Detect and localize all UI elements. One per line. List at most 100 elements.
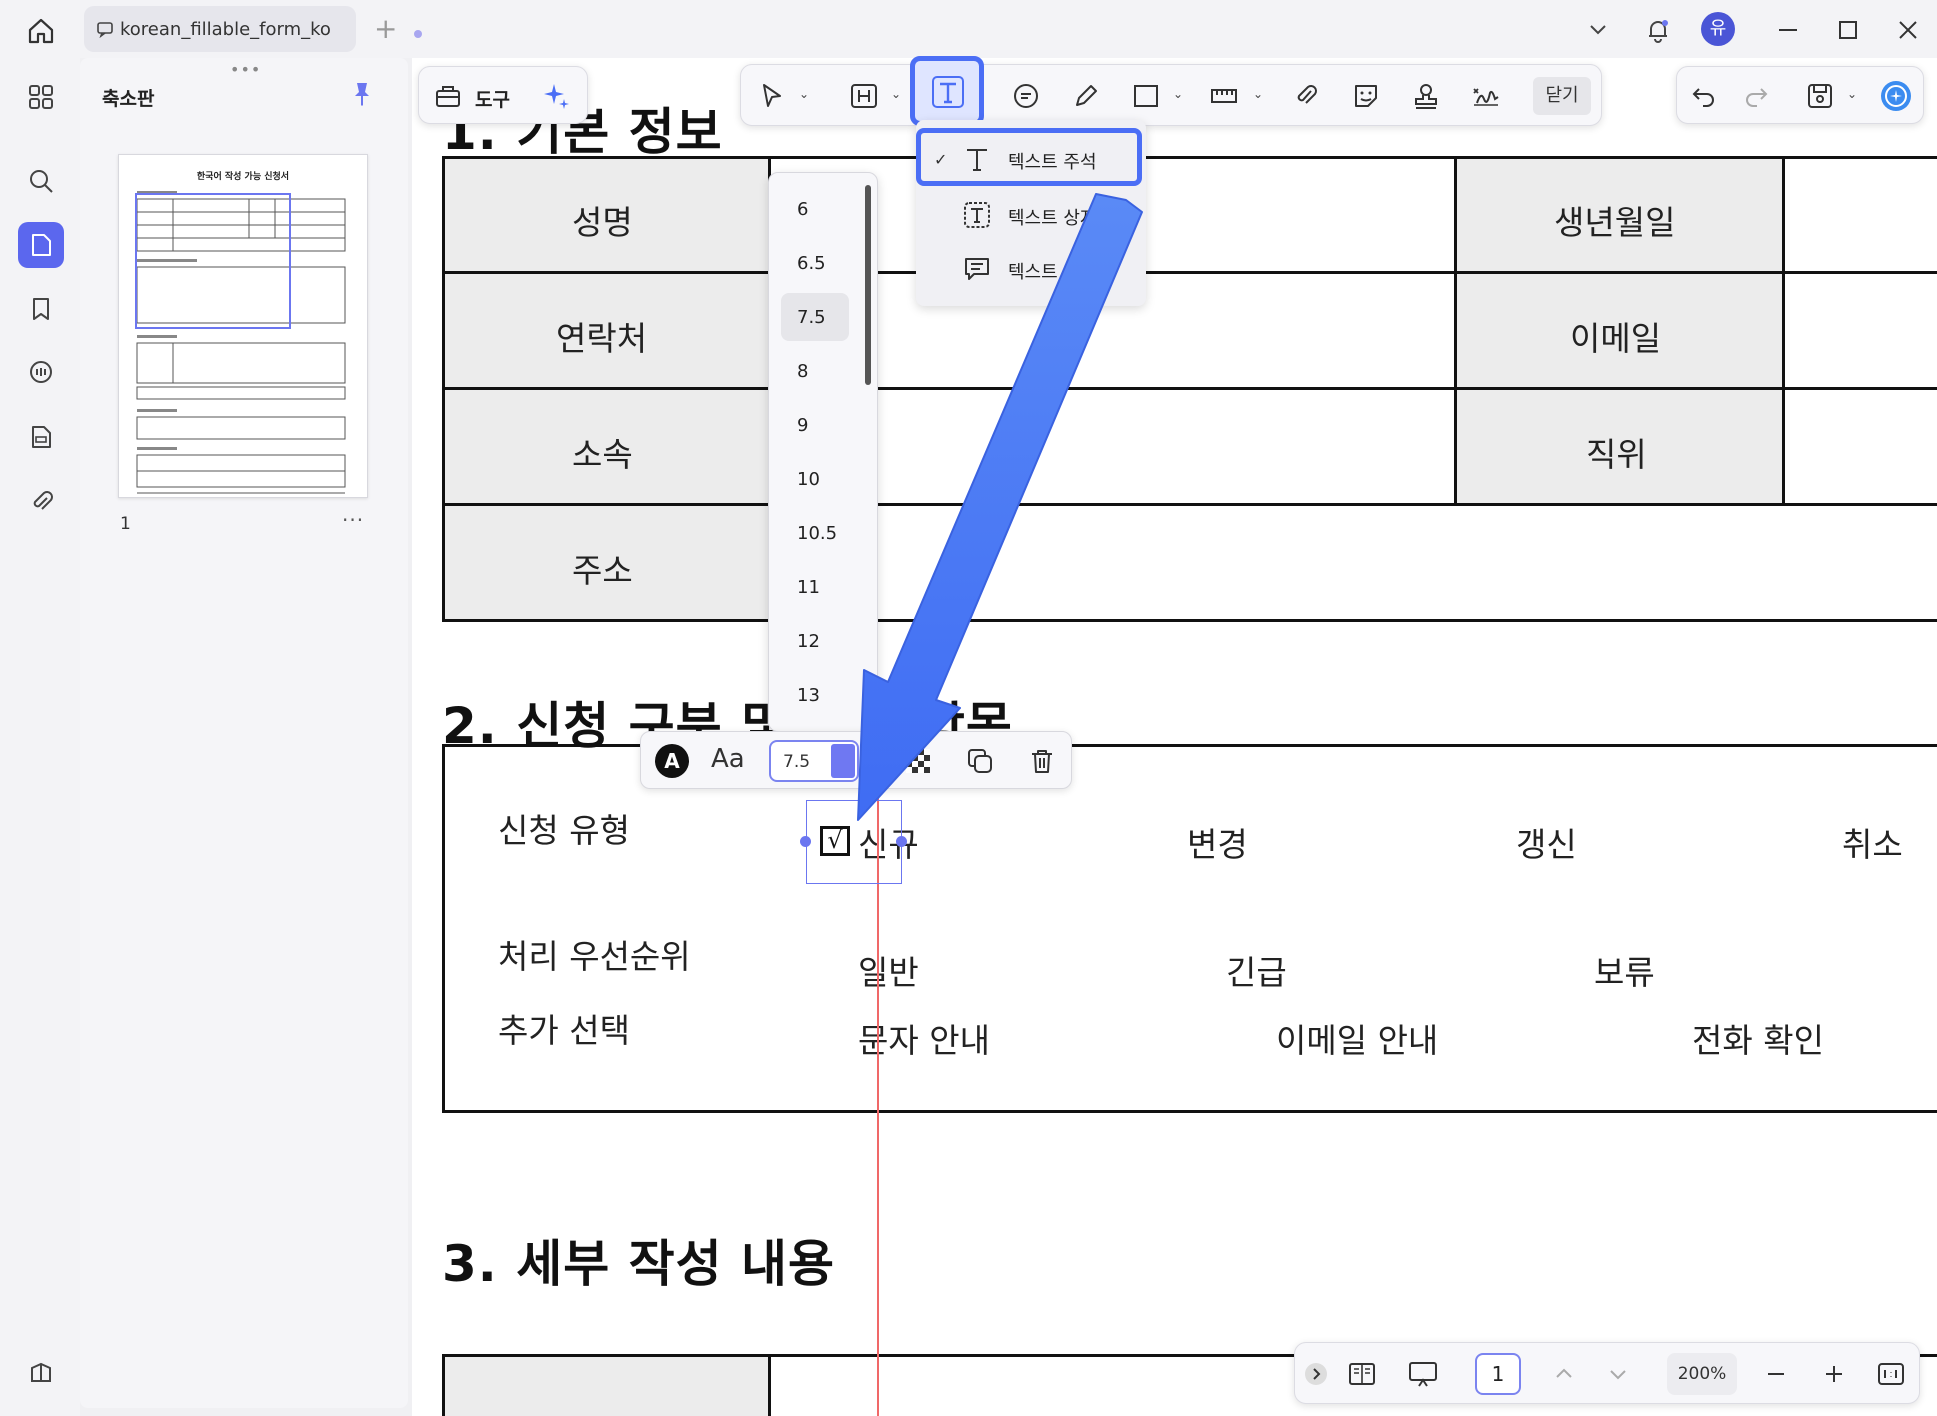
annotation-toolbar: ⌄ ⌄ ⌄ ⌄ 닫기 — [740, 64, 1602, 126]
highlight-caret-icon[interactable]: ⌄ — [891, 87, 901, 101]
select-caret-icon[interactable]: ⌄ — [799, 87, 809, 101]
tab-title: korean_fillable_form_ko — [120, 19, 331, 40]
expand-icon[interactable] — [1303, 1361, 1329, 1387]
checkbox-new[interactable]: √ — [820, 826, 850, 856]
thumbnail-icon[interactable] — [18, 222, 64, 268]
home-icon[interactable] — [24, 14, 58, 48]
option-phone[interactable]: 전화 확인 — [1692, 1014, 1824, 1062]
size-option[interactable]: 13 — [797, 685, 820, 706]
document-tab[interactable]: korean_fillable_form_ko — [84, 6, 422, 52]
apps-icon[interactable] — [18, 74, 64, 120]
font-size-list[interactable]: 6 6.5 7.5 8 9 10 10.5 11 12 13 — [768, 172, 878, 732]
previous-page-icon[interactable] — [1551, 1361, 1577, 1387]
option-normal[interactable]: 일반 — [858, 946, 919, 994]
size-option[interactable]: 8 — [797, 361, 808, 382]
avatar[interactable]: 유 — [1701, 12, 1735, 46]
zoom-in-icon[interactable] — [1821, 1361, 1847, 1387]
label-extra: 추가 선택 — [498, 1011, 630, 1050]
redo-icon[interactable] — [1741, 81, 1771, 111]
comments-icon[interactable] — [18, 350, 64, 396]
size-option[interactable]: 9 — [797, 415, 808, 436]
undo-icon[interactable] — [1689, 81, 1719, 111]
size-option[interactable]: 10.5 — [797, 523, 837, 544]
label-position: 직위 — [1586, 435, 1647, 474]
size-option[interactable]: 6 — [797, 199, 808, 220]
attachment-icon[interactable] — [18, 478, 64, 524]
history-toolbar: ⌄ — [1676, 66, 1924, 124]
stamp-icon[interactable] — [1411, 81, 1441, 111]
size-option[interactable]: 10 — [797, 469, 820, 490]
resize-handle-right[interactable] — [896, 836, 907, 847]
title-bar: korean_fillable_form_ko + 유 — [0, 0, 1937, 58]
save-caret-icon[interactable]: ⌄ — [1847, 87, 1857, 101]
option-urgent[interactable]: 긴급 — [1226, 946, 1287, 994]
size-option[interactable]: 7.5 — [797, 307, 826, 328]
more-icon[interactable]: ··· — [342, 508, 364, 532]
bookmark-icon[interactable] — [18, 286, 64, 332]
chevron-down-icon[interactable] — [1582, 14, 1614, 46]
pen-icon[interactable] — [1071, 81, 1101, 111]
attach-icon[interactable] — [1291, 81, 1321, 111]
zoom-level[interactable]: 200% — [1667, 1353, 1737, 1395]
close-icon[interactable] — [1892, 14, 1924, 46]
option-email-notice[interactable]: 이메일 안내 — [1276, 1014, 1438, 1062]
tools-label[interactable]: 도구 — [475, 85, 510, 112]
shape-caret-icon[interactable]: ⌄ — [1173, 87, 1183, 101]
next-page-icon[interactable] — [1605, 1361, 1631, 1387]
layers-icon[interactable] — [18, 1350, 64, 1396]
select-cursor-icon[interactable] — [757, 81, 787, 111]
color-swatch[interactable] — [831, 744, 855, 778]
resize-handle-left[interactable] — [800, 836, 811, 847]
font-color-icon[interactable]: A — [655, 744, 689, 778]
scrollbar-thumb[interactable] — [865, 185, 871, 385]
measure-icon[interactable] — [1209, 81, 1239, 111]
save-icon[interactable] — [1805, 81, 1835, 111]
option-cancel[interactable]: 취소 — [1842, 818, 1903, 866]
pin-icon[interactable] — [348, 80, 376, 108]
presentation-icon[interactable] — [1407, 1359, 1439, 1389]
maximize-icon[interactable] — [1832, 14, 1864, 46]
measure-caret-icon[interactable]: ⌄ — [1253, 87, 1263, 101]
option-hold[interactable]: 보류 — [1594, 946, 1655, 994]
ai-sparkle-icon[interactable] — [541, 81, 571, 111]
size-option[interactable]: 12 — [797, 631, 820, 652]
menu-label: 텍스트 메모 — [1008, 262, 1097, 283]
comment-bubble-icon[interactable] — [1011, 81, 1041, 111]
option-renew[interactable]: 갱신 — [1516, 818, 1577, 866]
zoom-out-icon[interactable] — [1763, 1361, 1789, 1387]
size-option[interactable]: 11 — [797, 577, 820, 598]
close-toolbar-button[interactable]: 닫기 — [1533, 77, 1591, 115]
annotation-property-bar: A Aa 7.5 — [640, 731, 1072, 789]
reading-mode-icon[interactable] — [1347, 1359, 1377, 1389]
page-number-label: 1 — [120, 514, 131, 534]
text-tool-icon — [932, 76, 964, 108]
form-fields-icon[interactable] — [18, 414, 64, 460]
actual-size-icon[interactable] — [1877, 1361, 1905, 1387]
ai-assistant-icon[interactable] — [1879, 79, 1913, 113]
minimize-icon[interactable] — [1772, 14, 1804, 46]
page-thumbnail[interactable]: 한국어 작성 가능 신청서 — [118, 154, 368, 498]
menu-highlight — [916, 128, 1142, 186]
trash-icon[interactable] — [1027, 746, 1057, 776]
sticker-icon[interactable] — [1351, 81, 1381, 111]
page-number-input[interactable]: 1 — [1475, 1353, 1521, 1395]
bell-icon[interactable] — [1642, 14, 1674, 46]
label-request-type: 신청 유형 — [498, 811, 630, 850]
text-tool-active[interactable] — [910, 56, 984, 126]
copy-icon[interactable] — [965, 746, 995, 776]
size-option[interactable]: 6.5 — [797, 253, 826, 274]
new-tab-icon[interactable]: + — [374, 12, 397, 45]
opacity-icon[interactable] — [905, 748, 931, 774]
search-icon[interactable] — [18, 158, 64, 204]
highlight-icon[interactable] — [849, 81, 879, 111]
rectangle-icon[interactable] — [1131, 81, 1161, 111]
viewport-indicator[interactable] — [135, 193, 291, 329]
menu-item-text-box[interactable]: 텍스트 상자 — [916, 190, 1146, 240]
menu-item-text-memo[interactable]: 텍스트 메모 — [916, 244, 1146, 294]
toolbox-icon[interactable] — [433, 81, 463, 111]
resize-grip[interactable]: ••• — [230, 60, 261, 79]
font-family-button[interactable]: Aa — [711, 744, 745, 774]
signature-icon[interactable] — [1471, 81, 1501, 111]
option-change[interactable]: 변경 — [1187, 818, 1248, 866]
text-memo-icon — [965, 258, 989, 280]
